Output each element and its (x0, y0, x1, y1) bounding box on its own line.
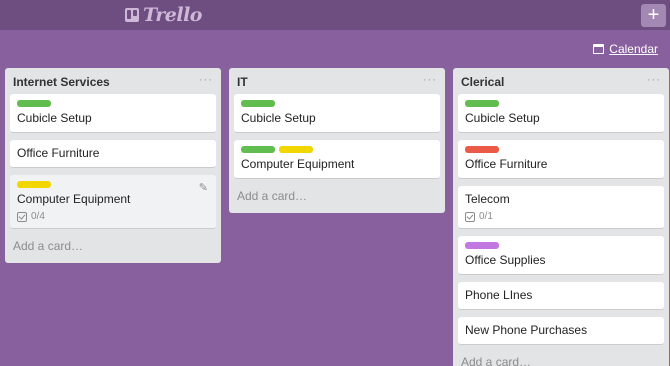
card-list: Cubicle Setup Office Furniture Computer Eq… (5, 94, 221, 229)
calendar-icon (593, 44, 605, 54)
add-card-button[interactable]: Add a card… (5, 236, 221, 263)
list-header: IT ··· (229, 68, 445, 94)
card-title: Computer Equipment (241, 157, 355, 171)
card[interactable]: Telecom 0/1 (458, 186, 664, 229)
card-label (465, 100, 499, 107)
card[interactable]: Cubicle Setup (10, 94, 216, 133)
checklist-badge: 0/1 (465, 211, 657, 222)
card-label (241, 100, 275, 107)
list-title[interactable]: Internet Services (13, 75, 110, 94)
card-label (279, 146, 313, 153)
card[interactable]: Cubicle Setup (234, 94, 440, 133)
card-label (17, 181, 51, 188)
card-list: Cubicle Setup Computer Equipment (229, 94, 445, 179)
add-card-button[interactable]: Add a card… (229, 186, 445, 213)
trello-board-icon (125, 8, 139, 22)
logo-text: Trello (143, 4, 202, 26)
list-title[interactable]: Clerical (461, 75, 504, 94)
list-clerical: Clerical ··· Cubicle Setup Office Furnitu… (453, 68, 669, 366)
card-labels (241, 146, 433, 153)
pencil-icon[interactable]: ✎ (199, 181, 208, 194)
card-label (465, 146, 499, 153)
card[interactable]: Computer Equipment 0/4 ✎ (10, 175, 216, 229)
card[interactable]: Computer Equipment (234, 140, 440, 179)
list-menu-icon[interactable]: ··· (199, 75, 213, 94)
card-title: New Phone Purchases (465, 323, 588, 337)
top-bar: Trello + (0, 0, 670, 30)
card-label (465, 242, 499, 249)
card-label (241, 146, 275, 153)
list-it: IT ··· Cubicle Setup Computer Equipment A… (229, 68, 445, 213)
card-title: Cubicle Setup (241, 111, 316, 125)
card-labels (465, 146, 657, 153)
card[interactable]: Office Furniture (10, 140, 216, 168)
calendar-link[interactable]: Calendar (593, 42, 658, 56)
card[interactable]: New Phone Purchases (458, 317, 664, 345)
card-labels (17, 181, 209, 188)
card[interactable]: Office Supplies (458, 236, 664, 275)
card[interactable]: Phone LInes (458, 282, 664, 310)
list-header: Internet Services ··· (5, 68, 221, 94)
list-menu-icon[interactable]: ··· (423, 75, 437, 94)
card-label (17, 100, 51, 107)
card[interactable]: Office Furniture (458, 140, 664, 179)
list-header: Clerical ··· (453, 68, 669, 94)
card[interactable]: Cubicle Setup (458, 94, 664, 133)
card-title: Cubicle Setup (465, 111, 540, 125)
trello-logo[interactable]: Trello (125, 4, 202, 26)
list-title[interactable]: IT (237, 75, 248, 94)
checklist-count: 0/1 (479, 211, 493, 222)
add-card-button[interactable]: Add a card… (453, 352, 669, 366)
checkbox-icon (17, 211, 27, 222)
card-labels (465, 242, 657, 249)
checkbox-icon (465, 211, 475, 222)
card-list: Cubicle Setup Office Furniture Telecom 0/1 O… (453, 94, 669, 345)
calendar-label: Calendar (609, 42, 658, 56)
card-title: Office Furniture (465, 157, 548, 171)
card-title: Phone LInes (465, 288, 533, 302)
card-title: Office Furniture (17, 146, 100, 160)
list-menu-icon[interactable]: ··· (647, 75, 661, 94)
card-title: Cubicle Setup (17, 111, 92, 125)
card-title: Computer Equipment (17, 192, 131, 206)
checklist-count: 0/4 (31, 211, 45, 222)
list-internet-services: Internet Services ··· Cubicle Setup Offic… (5, 68, 221, 263)
card-title: Office Supplies (465, 253, 546, 267)
card-labels (17, 100, 209, 107)
checklist-badge: 0/4 (17, 211, 209, 222)
card-title: Telecom (465, 192, 510, 206)
add-button[interactable]: + (641, 4, 666, 27)
card-labels (241, 100, 433, 107)
card-labels (465, 100, 657, 107)
